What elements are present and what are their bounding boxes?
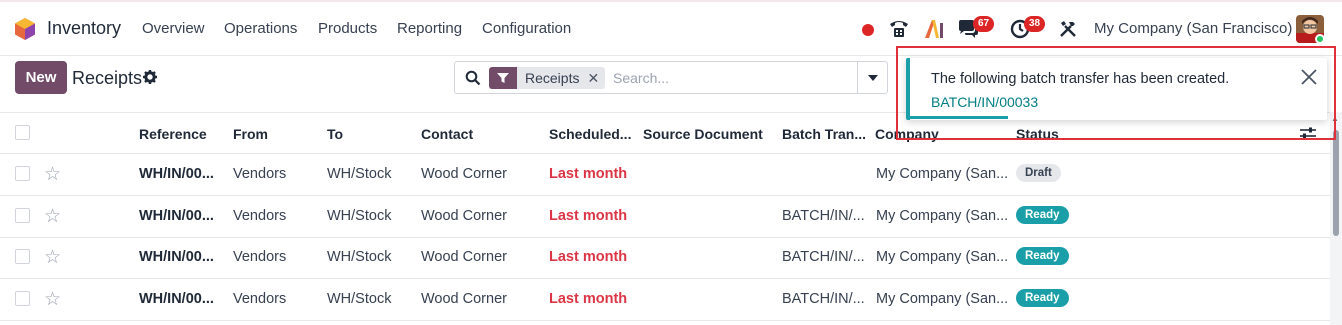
cell-company: My Company (San... — [876, 291, 1009, 307]
cell-to: WH/Stock — [327, 208, 392, 224]
cell-contact: Wood Corner — [421, 291, 507, 307]
star-icon[interactable]: ☆ — [44, 205, 61, 228]
column-reference[interactable]: Reference — [139, 126, 207, 142]
row-checkbox[interactable] — [15, 249, 30, 264]
facet-remove-icon[interactable]: ✕ — [587, 67, 599, 89]
cell-company: My Company (San... — [876, 166, 1009, 182]
table-row[interactable]: ☆ WH/IN/00... Vendors WH/Stock Wood Corn… — [0, 279, 1330, 321]
notification-message: The following batch transfer has been cr… — [931, 71, 1230, 87]
table-row[interactable]: ☆ WH/IN/00... Vendors WH/Stock Wood Corn… — [0, 196, 1330, 238]
menu-reporting[interactable]: Reporting — [397, 20, 462, 37]
cell-reference: WH/IN/00... — [139, 291, 214, 307]
cell-scheduled: Last month — [549, 208, 628, 224]
menu-products[interactable]: Products — [318, 20, 377, 37]
status-dot-icon[interactable] — [862, 24, 874, 36]
notification-toast: The following batch transfer has been cr… — [906, 58, 1327, 120]
row-checkbox[interactable] — [15, 166, 30, 181]
cell-reference: WH/IN/00... — [139, 166, 214, 182]
column-from[interactable]: From — [233, 126, 268, 142]
cell-from: Vendors — [233, 249, 287, 265]
scrollbar-thumb[interactable] — [1333, 130, 1339, 236]
batch-transfer-link[interactable]: BATCH/IN/00033 — [931, 94, 1038, 110]
table-row[interactable]: ☆ WH/IN/00... Vendors WH/Stock Wood Corn… — [0, 154, 1330, 196]
filter-icon — [489, 67, 517, 89]
caret-down-icon — [868, 74, 878, 81]
company-switcher[interactable]: My Company (San Francisco) — [1094, 20, 1292, 37]
app-logo-icon[interactable] — [14, 17, 36, 41]
menu-configuration[interactable]: Configuration — [482, 20, 571, 37]
cell-scheduled: Last month — [549, 249, 628, 265]
search-facet-receipts[interactable]: Receipts ✕ — [489, 67, 606, 89]
cell-to: WH/Stock — [327, 291, 392, 307]
table-row[interactable]: ☆ WH/IN/00... Vendors WH/Stock Wood Corn… — [0, 237, 1330, 279]
tools-icon[interactable] — [1059, 20, 1077, 38]
cell-to: WH/Stock — [327, 166, 392, 182]
cell-company: My Company (San... — [876, 249, 1009, 265]
column-contact[interactable]: Contact — [421, 126, 473, 142]
cell-contact: Wood Corner — [421, 166, 507, 182]
status-badge: Ready — [1016, 206, 1069, 224]
cell-from: Vendors — [233, 291, 287, 307]
menu-operations[interactable]: Operations — [224, 20, 297, 37]
facet-label: Receipts — [525, 70, 580, 86]
select-all-checkbox[interactable] — [15, 125, 30, 140]
status-badge: Ready — [1016, 247, 1069, 265]
phone-icon[interactable] — [888, 18, 910, 40]
star-icon[interactable]: ☆ — [44, 163, 61, 186]
cell-reference: WH/IN/00... — [139, 249, 214, 265]
cell-from: Vendors — [233, 166, 287, 182]
app-name[interactable]: Inventory — [47, 18, 121, 39]
cell-to: WH/Stock — [327, 249, 392, 265]
new-button[interactable]: New — [15, 61, 67, 94]
search-input[interactable] — [613, 68, 853, 88]
cell-batch: BATCH/IN/... — [782, 208, 865, 224]
online-status-indicator — [1315, 34, 1325, 44]
cell-contact: Wood Corner — [421, 249, 507, 265]
page-title[interactable]: Receipts — [72, 68, 142, 89]
status-badge: Ready — [1016, 289, 1069, 307]
cell-reference: WH/IN/00... — [139, 208, 214, 224]
ai-icon[interactable] — [924, 19, 944, 39]
activity-count-badge: 38 — [1024, 16, 1046, 32]
cell-batch: BATCH/IN/... — [782, 249, 865, 265]
gear-icon[interactable] — [143, 70, 157, 84]
column-batch-transfer[interactable]: Batch Tran... — [782, 126, 866, 142]
column-source-document[interactable]: Source Document — [643, 126, 763, 142]
cell-batch: BATCH/IN/... — [782, 291, 865, 307]
star-icon[interactable]: ☆ — [44, 246, 61, 269]
star-icon[interactable]: ☆ — [44, 288, 61, 311]
menu-overview[interactable]: Overview — [142, 20, 205, 37]
chat-count-badge: 67 — [973, 16, 995, 32]
search-icon[interactable] — [465, 70, 481, 86]
row-checkbox[interactable] — [15, 208, 30, 223]
cell-scheduled: Last month — [549, 291, 628, 307]
close-icon[interactable] — [1300, 68, 1318, 86]
row-checkbox[interactable] — [15, 291, 30, 306]
status-badge: Draft — [1016, 164, 1061, 182]
notification-progress-bar — [910, 116, 1008, 119]
cell-from: Vendors — [233, 208, 287, 224]
cell-company: My Company (San... — [876, 208, 1009, 224]
cell-scheduled: Last month — [549, 166, 628, 182]
column-to[interactable]: To — [327, 126, 343, 142]
column-scheduled[interactable]: Scheduled... — [549, 126, 631, 142]
cell-contact: Wood Corner — [421, 208, 507, 224]
search-bar: Receipts ✕ — [454, 61, 888, 94]
search-options-toggle[interactable] — [857, 62, 888, 93]
